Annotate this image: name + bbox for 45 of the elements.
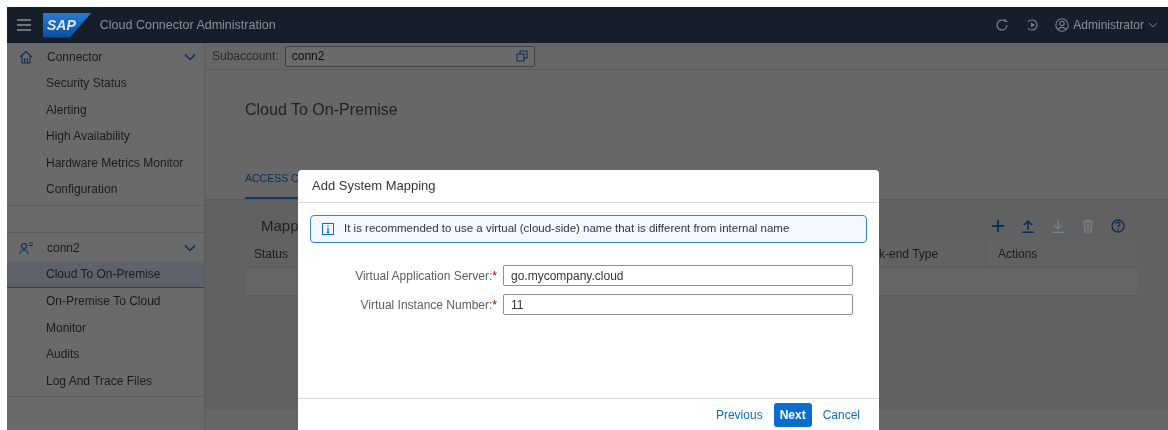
nav-item[interactable]: Log And Trace Files [7, 367, 204, 394]
chevron-down-icon [1148, 21, 1158, 29]
subaccount-label: Subaccount: [212, 48, 279, 65]
field-label: Virtual Instance Number:* [359, 296, 497, 314]
input-field[interactable]: 11 [503, 294, 853, 315]
user-list-icon [19, 241, 33, 255]
column-header: Status [253, 245, 290, 263]
nav-item[interactable]: Cloud To On-Premise [7, 261, 204, 288]
nav-item[interactable]: Monitor [7, 314, 204, 341]
subaccount-field[interactable]: conn2 [284, 45, 535, 67]
info-icon [322, 223, 334, 235]
nav-item[interactable]: On-Premise To Cloud [7, 288, 204, 315]
nav-item[interactable]: Configuration [7, 176, 204, 203]
page-title: Cloud To On-Premise [245, 100, 399, 120]
app-title: Cloud Connector Administration [99, 16, 276, 34]
info-text: It is recommended to use a virtual (cloud-side) name that is different from internal name [344, 221, 790, 237]
logo: SAP [43, 12, 92, 38]
refresh-icon[interactable] [995, 18, 1010, 32]
link-button[interactable]: Cancel [817, 402, 865, 427]
next-button[interactable]: Next [773, 402, 812, 427]
field-label: Virtual Application Server:* [354, 267, 497, 285]
user-menu[interactable]: Administrator [1055, 16, 1158, 34]
menu-icon[interactable] [17, 19, 31, 31]
nav-item[interactable]: Hardware Metrics Monitor [7, 149, 204, 176]
nav-group[interactable]: conn2 [7, 234, 204, 262]
column-header: k-end Type [878, 245, 940, 263]
nav-item[interactable]: High Availability [7, 123, 204, 150]
link-button[interactable]: Previous [710, 402, 768, 427]
nav-item[interactable]: Audits [7, 341, 204, 368]
nav-group[interactable]: Connector [7, 43, 204, 70]
help-icon[interactable] [1111, 219, 1125, 233]
play-circle-icon[interactable] [1025, 18, 1040, 32]
chevron-down-icon [184, 244, 196, 252]
column-header: Actions [985, 240, 1137, 267]
nav-item[interactable]: Security Status [7, 70, 204, 97]
add-icon[interactable] [991, 219, 1005, 233]
value-help-icon[interactable] [515, 50, 528, 62]
panel-title: Mapp [261, 215, 299, 236]
user-icon [1055, 18, 1070, 32]
home-icon [19, 49, 33, 64]
dialog-title: Add System Mapping [312, 177, 436, 196]
nav-item[interactable]: Alerting [7, 96, 204, 123]
input-field[interactable]: go.mycompany.cloud [503, 265, 853, 286]
upload-icon[interactable] [1021, 219, 1035, 233]
chevron-down-icon [184, 52, 196, 61]
